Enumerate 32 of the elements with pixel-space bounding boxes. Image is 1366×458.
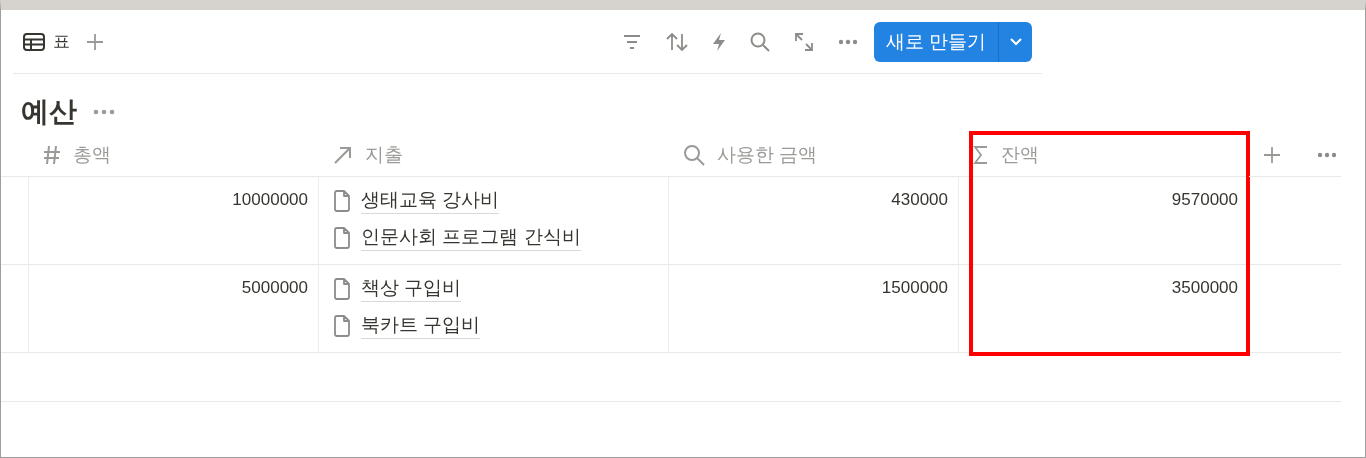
- search-icon: [683, 144, 705, 166]
- add-column-icon[interactable]: [1263, 146, 1281, 164]
- table-icon: [23, 32, 45, 51]
- filter-icon[interactable]: [621, 33, 642, 50]
- sort-icon[interactable]: [665, 31, 688, 52]
- arrow-icon: [333, 145, 353, 165]
- page-icon: [333, 189, 351, 212]
- page-link[interactable]: 생태교육 강사비: [361, 187, 500, 214]
- hash-icon: [43, 145, 61, 165]
- lightning-icon[interactable]: [711, 31, 726, 52]
- database-title: 예산: [21, 95, 77, 129]
- page-icon: [333, 226, 351, 249]
- page-link[interactable]: 책상 구입비: [361, 275, 462, 302]
- new-button[interactable]: 새로 만들기: [873, 21, 1032, 62]
- more-icon[interactable]: [837, 38, 858, 45]
- page-icon: [333, 314, 351, 337]
- page-link[interactable]: 북카트 구입비: [361, 312, 481, 339]
- table-cell: 430000: [891, 190, 948, 209]
- page-link[interactable]: 인문사회 프로그램 간식비: [361, 224, 581, 251]
- expand-icon[interactable]: [793, 31, 814, 52]
- search-icon[interactable]: [749, 31, 770, 52]
- sigma-icon: [973, 145, 989, 165]
- page-icon: [333, 277, 351, 300]
- more-icon[interactable]: [93, 109, 115, 115]
- table-cell: 9570000: [1171, 190, 1238, 209]
- table-cell: 3500000: [1171, 278, 1238, 297]
- more-icon[interactable]: [1317, 152, 1337, 158]
- add-view-icon[interactable]: [86, 32, 104, 51]
- table-cell: 1500000: [881, 278, 948, 297]
- view-tab[interactable]: 표: [23, 28, 70, 55]
- table-cell: 5000000: [241, 278, 308, 297]
- table-cell: 10000000: [232, 190, 308, 209]
